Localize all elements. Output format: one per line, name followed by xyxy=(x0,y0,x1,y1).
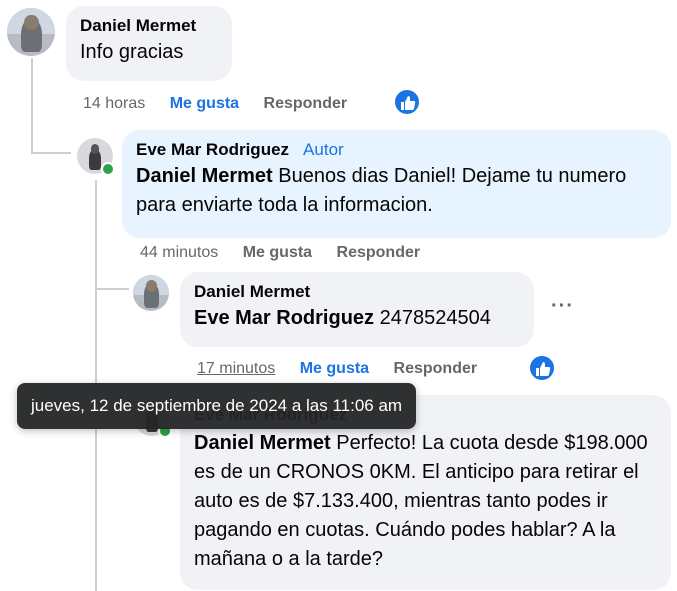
comment-author[interactable]: Daniel Mermet xyxy=(194,282,520,302)
comment-actions: 44 minutos Me gusta Responder xyxy=(140,244,440,262)
comment-bubble: Eve Mar Rodriguez Autor Daniel Mermet Bue… xyxy=(122,130,671,238)
timestamp-tooltip: jueves, 12 de septiembre de 2024 a las 1… xyxy=(17,383,417,429)
online-status-dot xyxy=(101,162,115,176)
like-button[interactable]: Me gusta xyxy=(243,244,312,261)
like-button[interactable]: Me gusta xyxy=(300,360,369,377)
comment-author[interactable]: Daniel Mermet xyxy=(80,16,218,36)
reply-button[interactable]: Responder xyxy=(337,244,421,261)
more-options-button[interactable]: ··· xyxy=(551,295,574,318)
comment-bubble: Daniel Mermet Eve Mar Rodriguez 24785245… xyxy=(180,272,534,347)
comment-actions: 17 minutos Me gusta Responder xyxy=(197,360,497,378)
like-thumb-icon[interactable] xyxy=(393,88,421,116)
thread-line xyxy=(31,58,33,154)
avatar[interactable] xyxy=(133,275,169,311)
comment-text: Eve Mar Rodriguez 2478524504 xyxy=(194,304,520,333)
comment-timestamp[interactable]: 14 horas xyxy=(83,95,145,112)
mention-link[interactable]: Daniel Mermet xyxy=(194,432,331,454)
reply-button[interactable]: Responder xyxy=(264,95,348,112)
comment-actions: 14 horas Me gusta Responder xyxy=(83,95,367,113)
comment-timestamp[interactable]: 17 minutos xyxy=(197,360,275,377)
avatar[interactable] xyxy=(7,8,55,56)
comment-bubble: Daniel Mermet Info gracias xyxy=(66,6,232,81)
comment-author[interactable]: Eve Mar Rodriguez xyxy=(136,140,289,159)
comment-text: Daniel Mermet Perfecto! La cuota desde $… xyxy=(194,429,657,574)
comment-text: Daniel Mermet Buenos dias Daniel! Dejame… xyxy=(136,162,657,220)
author-badge: Autor xyxy=(303,140,344,159)
mention-link[interactable]: Daniel Mermet xyxy=(136,165,273,187)
like-thumb-icon[interactable] xyxy=(528,354,556,382)
thread-line xyxy=(31,152,71,154)
thread-line xyxy=(95,288,129,290)
like-button[interactable]: Me gusta xyxy=(170,95,239,112)
reply-button[interactable]: Responder xyxy=(394,360,478,377)
comment-text: Info gracias xyxy=(80,41,184,63)
comment-header: Eve Mar Rodriguez Autor xyxy=(136,140,657,160)
mention-link[interactable]: Eve Mar Rodriguez xyxy=(194,307,374,329)
comment-timestamp[interactable]: 44 minutos xyxy=(140,244,218,261)
comment-body: 2478524504 xyxy=(374,307,491,329)
